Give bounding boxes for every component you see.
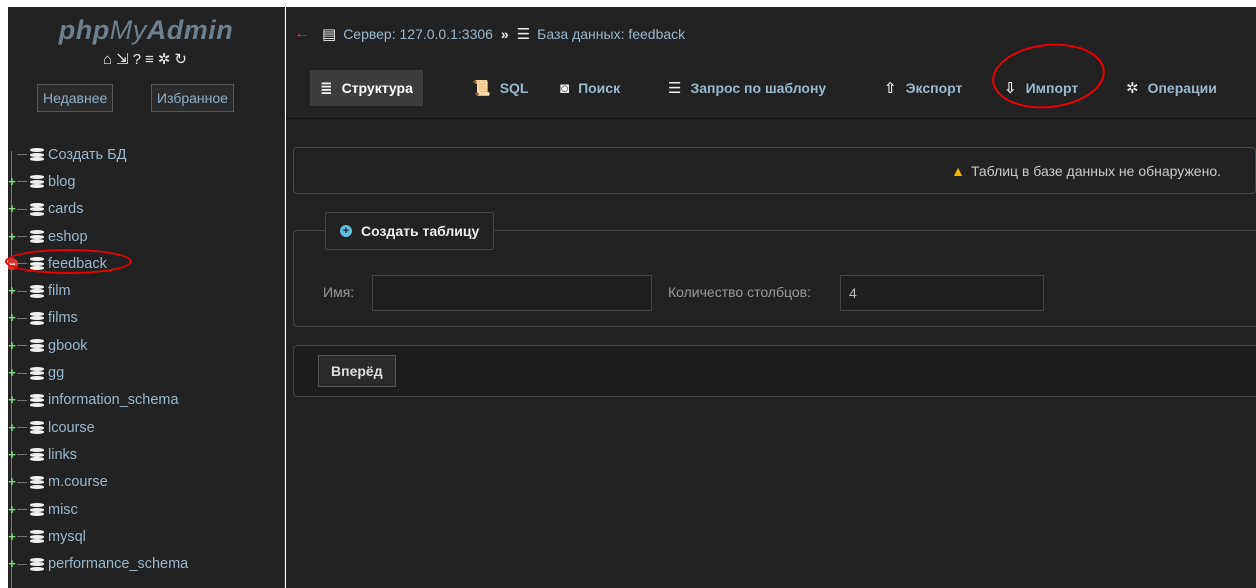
database-item[interactable]: + performance_schema: [8, 550, 284, 577]
database-icon: [30, 448, 44, 462]
database-icon: [30, 311, 44, 325]
database-icon: [30, 175, 44, 189]
tab-search[interactable]: ◙ Поиск: [560, 70, 620, 106]
database-name: films: [48, 310, 78, 327]
database-item[interactable]: + gg: [8, 359, 284, 386]
main-panel: ← ▤ Сервер: 127.0.0.1:3306 » ☰ База данн…: [286, 7, 1256, 588]
go-button[interactable]: Вперёд: [318, 355, 396, 387]
favorites-button[interactable]: Избранное: [151, 84, 234, 112]
database-icon: [30, 230, 44, 244]
database-tree: Создать БД + blog + cards + eshop − feedback + fi…: [8, 141, 284, 588]
no-tables-notice: ▲ Таблиц в базе данных не обнаружено.: [293, 147, 1256, 194]
database-name: gg: [48, 365, 65, 382]
settings-icon[interactable]: ✲: [158, 50, 173, 68]
operations-icon: ✲: [1126, 80, 1139, 97]
database-icon: [30, 421, 44, 435]
plus-icon: +: [340, 225, 352, 237]
database-list: + blog + cards + eshop − feedback + film + films + gb…: [8, 168, 284, 577]
column-count-label: Количество столбцов:: [668, 284, 811, 300]
export-icon: ⇧: [884, 80, 897, 97]
database-item[interactable]: + gbook: [8, 332, 284, 359]
database-icon: [30, 475, 44, 489]
database-name: m.course: [48, 474, 108, 491]
database-item[interactable]: + mysql: [8, 523, 284, 550]
database-name: performance_schema: [48, 556, 189, 573]
database-item[interactable]: + cards: [8, 196, 284, 223]
database-icon: [30, 202, 44, 216]
database-icon: [30, 393, 44, 407]
submit-fieldset: [293, 345, 1256, 397]
tab-operations[interactable]: ✲ Операции: [1126, 70, 1217, 106]
back-arrow-icon[interactable]: ←: [294, 25, 310, 43]
database-name: blog: [48, 173, 76, 190]
database-item[interactable]: − feedback: [8, 250, 284, 277]
database-item[interactable]: + links: [8, 441, 284, 468]
database-name: links: [48, 446, 78, 463]
database-item[interactable]: + film: [8, 277, 284, 304]
reload-icon[interactable]: ↻: [174, 50, 189, 68]
column-count-input[interactable]: [840, 275, 1044, 311]
tab-structure[interactable]: ≣ Структура: [310, 70, 423, 106]
top-menu-tabs: ≣ Структура 📜 SQL ◙ Поиск ☰ Запрос по шаблон…: [286, 61, 1256, 119]
home-icon[interactable]: ⌂: [103, 51, 114, 68]
create-database-item[interactable]: Создать БД: [8, 141, 284, 168]
database-icon: [30, 557, 44, 571]
database-name: misc: [48, 501, 78, 518]
table-name-label: Имя:: [323, 284, 355, 300]
logout-icon[interactable]: ⇲: [116, 50, 131, 68]
database-name: cards: [48, 201, 84, 218]
tab-export[interactable]: ⇧ Экспорт: [884, 70, 962, 106]
navigation-panel: phpMyAdmin ⌂ ⇲? ≡ ✲ ↻ Недавнее Избранное Соз…: [8, 7, 285, 588]
tab-import[interactable]: ⇩ Импорт: [1004, 70, 1078, 106]
database-icon: [30, 339, 44, 353]
docs-icon[interactable]: ≡: [145, 51, 156, 68]
table-name-input[interactable]: [372, 275, 652, 311]
recent-button[interactable]: Недавнее: [37, 84, 114, 112]
database-name: mysql: [48, 528, 86, 545]
database-item[interactable]: + m.course: [8, 469, 284, 496]
warning-icon: ▲: [951, 162, 965, 179]
help-icon[interactable]: ?: [133, 51, 143, 68]
database-item[interactable]: + information_schema: [8, 387, 284, 414]
database-name: information_schema: [48, 392, 179, 409]
tab-query[interactable]: ☰ Запрос по шаблону: [668, 70, 826, 106]
database-icon: [30, 284, 44, 298]
quick-icons: ⌂ ⇲? ≡ ✲ ↻: [8, 50, 284, 68]
database-icon: [30, 148, 44, 162]
breadcrumb-server[interactable]: Сервер: 127.0.0.1:3306: [343, 26, 493, 42]
import-icon: ⇩: [1004, 80, 1017, 97]
breadcrumb-database[interactable]: База данных: feedback: [537, 26, 685, 42]
search-icon: ◙: [560, 79, 570, 97]
database-name: eshop: [48, 228, 88, 245]
database-item[interactable]: + films: [8, 305, 284, 332]
database-icon: [30, 530, 44, 544]
database-name: feedback: [48, 255, 107, 272]
database-item[interactable]: + blog: [8, 168, 284, 195]
sql-icon: 📜: [472, 80, 491, 97]
database-icon: [30, 503, 44, 516]
database-icon: [30, 366, 44, 380]
database-name: gbook: [48, 337, 88, 354]
phpmyadmin-logo[interactable]: phpMyAdmin: [8, 15, 284, 46]
database-name: lcourse: [48, 419, 95, 436]
server-icon: ▤: [322, 26, 337, 43]
database-icon: ☰: [516, 26, 531, 43]
create-table-legend: + Создать таблицу: [325, 212, 495, 250]
breadcrumb: ← ▤ Сервер: 127.0.0.1:3306 » ☰ База данн…: [294, 25, 685, 43]
database-icon: [30, 257, 44, 271]
tab-sql[interactable]: 📜 SQL: [472, 70, 528, 106]
database-item[interactable]: + eshop: [8, 223, 284, 250]
structure-icon: ≣: [320, 80, 333, 97]
database-item[interactable]: + lcourse: [8, 414, 284, 441]
query-icon: ☰: [668, 80, 682, 97]
database-item[interactable]: + misc: [8, 496, 284, 523]
breadcrumb-separator: »: [500, 26, 509, 42]
database-name: film: [48, 283, 71, 300]
